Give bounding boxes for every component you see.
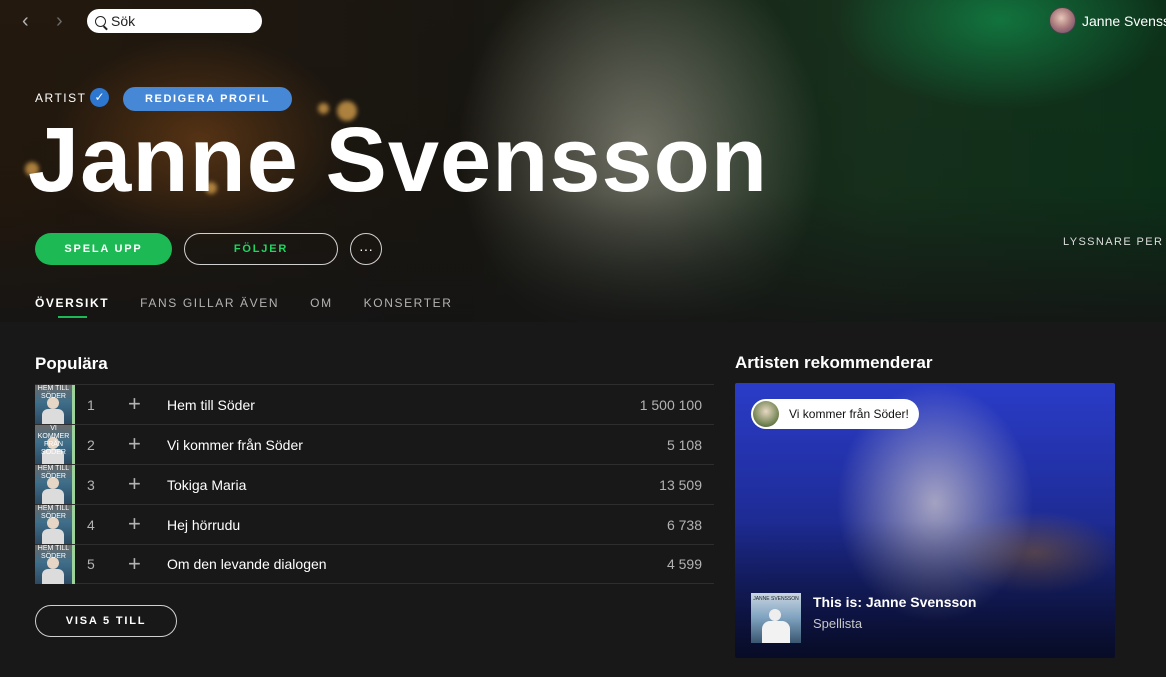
track-play-count: 1 500 100	[639, 396, 702, 413]
album-cover: HEM TILL SÖDER	[35, 385, 75, 424]
more-options-button[interactable]: ···	[350, 233, 382, 265]
artist-name: Janne Svensson	[28, 109, 769, 211]
album-cover: HEM TILL SÖDER	[35, 505, 75, 544]
user-menu[interactable]: Janne Svensson	[1049, 7, 1166, 34]
show-more-button[interactable]: VISA 5 TILL	[35, 605, 177, 637]
tab-about[interactable]: OM	[310, 296, 333, 310]
track-play-count: 13 509	[659, 476, 702, 493]
user-name[interactable]: Janne Svensson	[1082, 13, 1166, 29]
playlist-cover[interactable]: JANNE SVENSSON	[751, 593, 801, 643]
plus-icon[interactable]: +	[128, 553, 141, 575]
search-icon	[95, 15, 106, 27]
artist-pick-card[interactable]: Vi kommer från Söder! JANNE SVENSSON Thi…	[735, 383, 1115, 658]
verified-icon: ✓	[90, 88, 109, 107]
plus-icon[interactable]: +	[128, 513, 141, 535]
track-play-count: 5 108	[666, 436, 702, 453]
track-number: 1	[87, 396, 95, 413]
play-button[interactable]: SPELA UPP	[35, 233, 172, 265]
recommends-title: Artisten rekommenderar	[735, 353, 933, 372]
track-row[interactable]: VI KOMMER FRÅN SÖDER 2 + Vi kommer från …	[35, 424, 714, 464]
artist-pick-comment: Vi kommer från Söder!	[751, 399, 919, 429]
album-cover: HEM TILL SÖDER	[35, 465, 75, 504]
track-title[interactable]: Hem till Söder	[167, 397, 255, 413]
monthly-listeners-label: LYSSNARE PER M	[1063, 236, 1166, 248]
track-title[interactable]: Vi kommer från Söder	[167, 437, 303, 453]
plus-icon[interactable]: +	[128, 393, 141, 415]
track-number: 3	[87, 476, 95, 493]
track-title[interactable]: Tokiga Maria	[167, 477, 246, 493]
track-row[interactable]: HEM TILL SÖDER 3 + Tokiga Maria 13 509	[35, 464, 714, 504]
track-number: 5	[87, 556, 95, 572]
tab-concerts[interactable]: KONSERTER	[364, 296, 453, 310]
tab-fans-also-like[interactable]: FANS GILLAR ÄVEN	[140, 296, 279, 310]
plus-icon[interactable]: +	[128, 473, 141, 495]
track-number: 2	[87, 436, 95, 453]
album-cover: VI KOMMER FRÅN SÖDER	[35, 425, 75, 464]
search-box[interactable]	[87, 9, 262, 33]
active-tab-indicator	[58, 316, 87, 318]
plus-icon[interactable]: +	[128, 433, 141, 455]
avatar	[753, 401, 779, 427]
search-input[interactable]	[111, 13, 251, 29]
avatar[interactable]	[1049, 7, 1076, 34]
artist-tabs: ÖVERSIKT FANS GILLAR ÄVEN OM KONSERTER	[35, 296, 484, 318]
track-title[interactable]: Om den levande dialogen	[167, 556, 327, 572]
track-play-count: 6 738	[666, 516, 702, 533]
track-row[interactable]: HEM TILL SÖDER 1 + Hem till Söder 1 500 …	[35, 384, 714, 424]
artist-pick-comment-text: Vi kommer från Söder!	[789, 407, 909, 421]
playlist-title[interactable]: This is: Janne Svensson	[813, 594, 976, 610]
track-title[interactable]: Hej hörrudu	[167, 517, 240, 533]
track-play-count: 4 599	[666, 556, 702, 572]
popular-title: Populära	[35, 354, 108, 373]
tab-overview[interactable]: ÖVERSIKT	[35, 296, 109, 310]
track-row[interactable]: HEM TILL SÖDER 4 + Hej hörrudu 6 738	[35, 504, 714, 544]
artist-type-label: ARTIST	[35, 91, 87, 105]
popular-track-list: HEM TILL SÖDER 1 + Hem till Söder 1 500 …	[35, 384, 714, 584]
track-number: 4	[87, 516, 95, 533]
back-icon[interactable]: ‹	[22, 11, 36, 31]
track-row[interactable]: HEM TILL SÖDER 5 + Om den levande dialog…	[35, 544, 714, 584]
follow-button[interactable]: FÖLJER	[184, 233, 338, 265]
album-cover: HEM TILL SÖDER	[35, 544, 75, 584]
playlist-type: Spellista	[813, 616, 863, 631]
forward-icon[interactable]: ›	[56, 11, 70, 31]
